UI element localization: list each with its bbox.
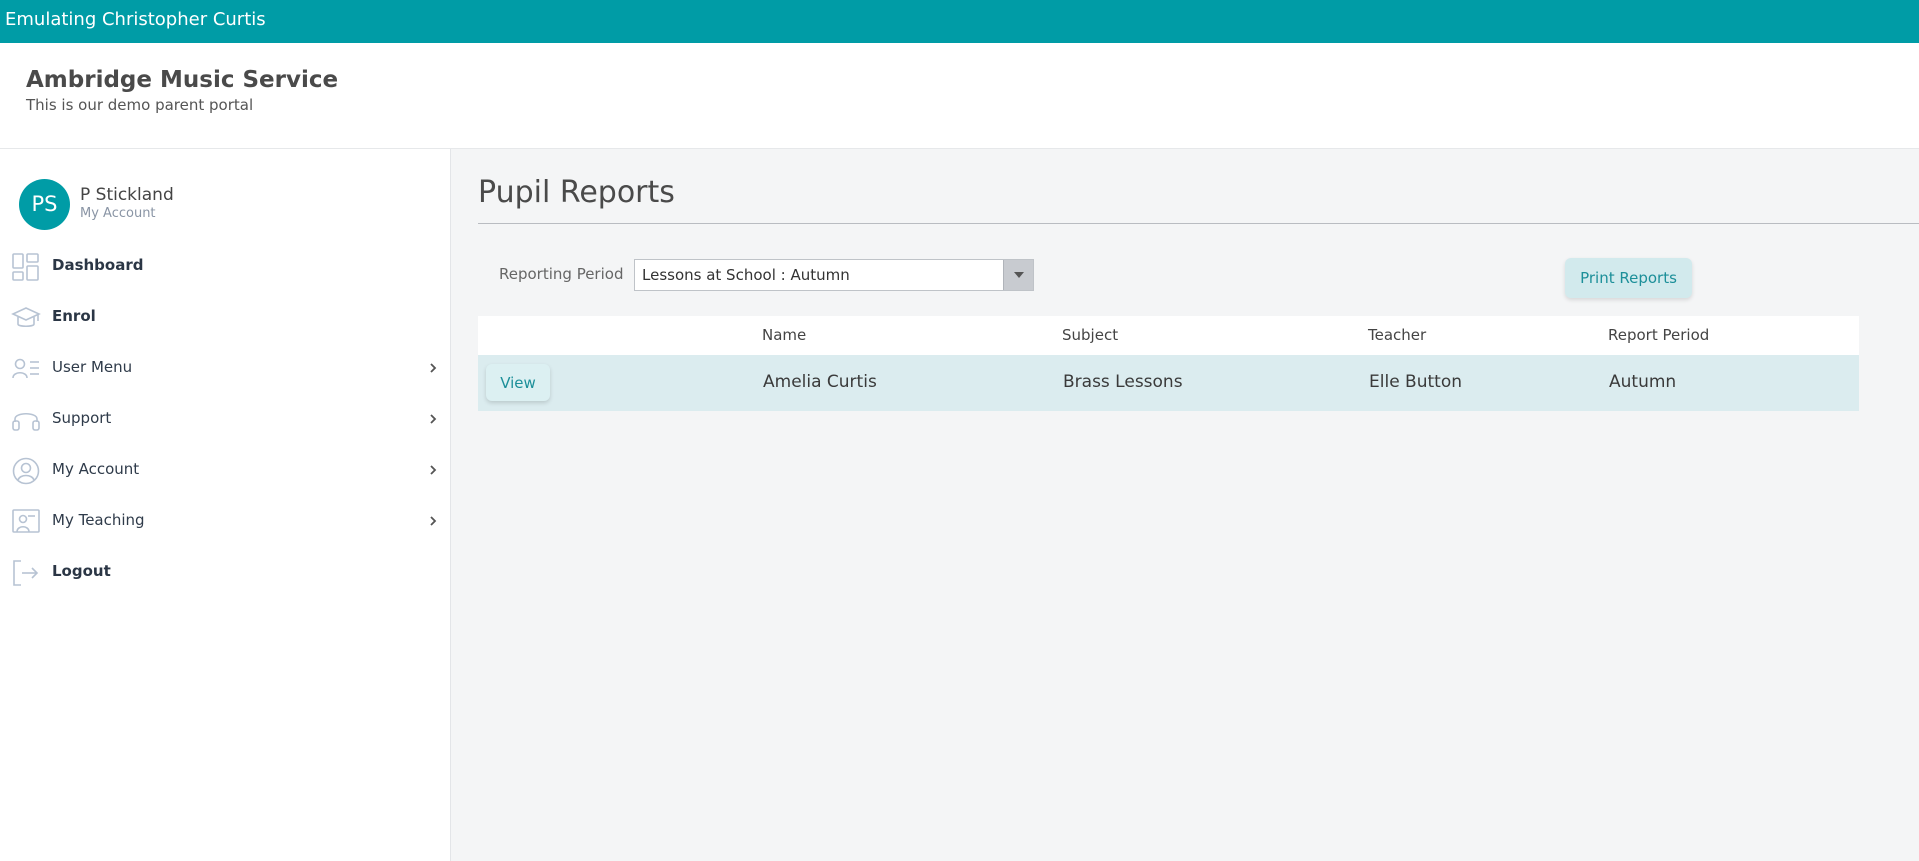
column-header-name: Name xyxy=(762,326,807,344)
avatar: PS xyxy=(19,179,70,230)
reporting-period-value: Lessons at School : Autumn xyxy=(642,266,850,284)
sidebar-item-logout[interactable]: Logout xyxy=(0,547,451,598)
page-title: Pupil Reports xyxy=(478,175,675,210)
title-divider xyxy=(478,223,1919,224)
user-name: P Stickland xyxy=(80,185,174,205)
caret-down-icon xyxy=(1014,272,1024,278)
reports-table: Name Subject Teacher Report Period View … xyxy=(478,316,1859,411)
main-content: Pupil Reports Reporting Period Lessons a… xyxy=(451,149,1919,861)
column-header-subject: Subject xyxy=(1062,326,1119,344)
print-reports-button[interactable]: Print Reports xyxy=(1565,258,1692,298)
organisation-subtitle: This is our demo parent portal xyxy=(26,96,254,114)
reporting-period-label: Reporting Period xyxy=(499,265,624,283)
sidebar-nav: Dashboard Enrol User Menu Support My Acc… xyxy=(0,241,451,598)
reporting-period-select[interactable]: Lessons at School : Autumn xyxy=(634,259,1034,291)
sidebar-item-label: Support xyxy=(52,409,112,427)
sidebar: PS P Stickland My Account Dashboard Enro… xyxy=(0,149,451,861)
user-list-icon xyxy=(12,358,39,379)
top-banner: Emulating Christopher Curtis xyxy=(0,0,1919,43)
site-header: Ambridge Music Service This is our demo … xyxy=(0,43,1919,149)
cell-report-period: Autumn xyxy=(1609,372,1677,392)
chevron-right-icon xyxy=(430,465,437,475)
sidebar-item-label: My Teaching xyxy=(52,511,145,529)
table-header: Name Subject Teacher Report Period xyxy=(478,316,1859,355)
dashboard-icon xyxy=(12,253,39,281)
cell-subject: Brass Lessons xyxy=(1063,372,1183,392)
sidebar-item-my-teaching[interactable]: My Teaching xyxy=(0,496,451,547)
sidebar-item-user-menu[interactable]: User Menu xyxy=(0,343,451,394)
user-profile[interactable]: PS P Stickland My Account xyxy=(19,179,439,231)
organisation-name: Ambridge Music Service xyxy=(26,67,339,93)
sidebar-item-support[interactable]: Support xyxy=(0,394,451,445)
sidebar-item-label: User Menu xyxy=(52,358,133,376)
sidebar-item-label: Enrol xyxy=(52,307,96,325)
column-header-teacher: Teacher xyxy=(1368,326,1427,344)
table-row: View Amelia Curtis Brass Lessons Elle Bu… xyxy=(478,355,1859,411)
sidebar-item-dashboard[interactable]: Dashboard xyxy=(0,241,451,292)
dropdown-toggle[interactable] xyxy=(1003,260,1033,290)
view-report-button[interactable]: View xyxy=(486,364,550,401)
sidebar-item-my-account[interactable]: My Account xyxy=(0,445,451,496)
sidebar-item-enrol[interactable]: Enrol xyxy=(0,292,451,343)
headset-icon xyxy=(12,412,40,431)
sidebar-item-label: Dashboard xyxy=(52,256,144,274)
my-account-link[interactable]: My Account xyxy=(80,206,156,221)
sidebar-item-label: Logout xyxy=(52,562,111,580)
sidebar-item-label: My Account xyxy=(52,460,140,478)
cell-teacher: Elle Button xyxy=(1369,372,1462,392)
graduation-cap-icon xyxy=(11,307,41,328)
logout-icon xyxy=(13,560,39,586)
cell-name: Amelia Curtis xyxy=(763,372,877,392)
user-circle-icon xyxy=(12,457,40,485)
chevron-right-icon xyxy=(430,516,437,526)
chevron-right-icon xyxy=(430,414,437,424)
column-header-report-period: Report Period xyxy=(1608,326,1710,344)
emulating-text: Emulating Christopher Curtis xyxy=(5,9,266,30)
chevron-right-icon xyxy=(430,363,437,373)
teacher-board-icon xyxy=(12,509,40,533)
